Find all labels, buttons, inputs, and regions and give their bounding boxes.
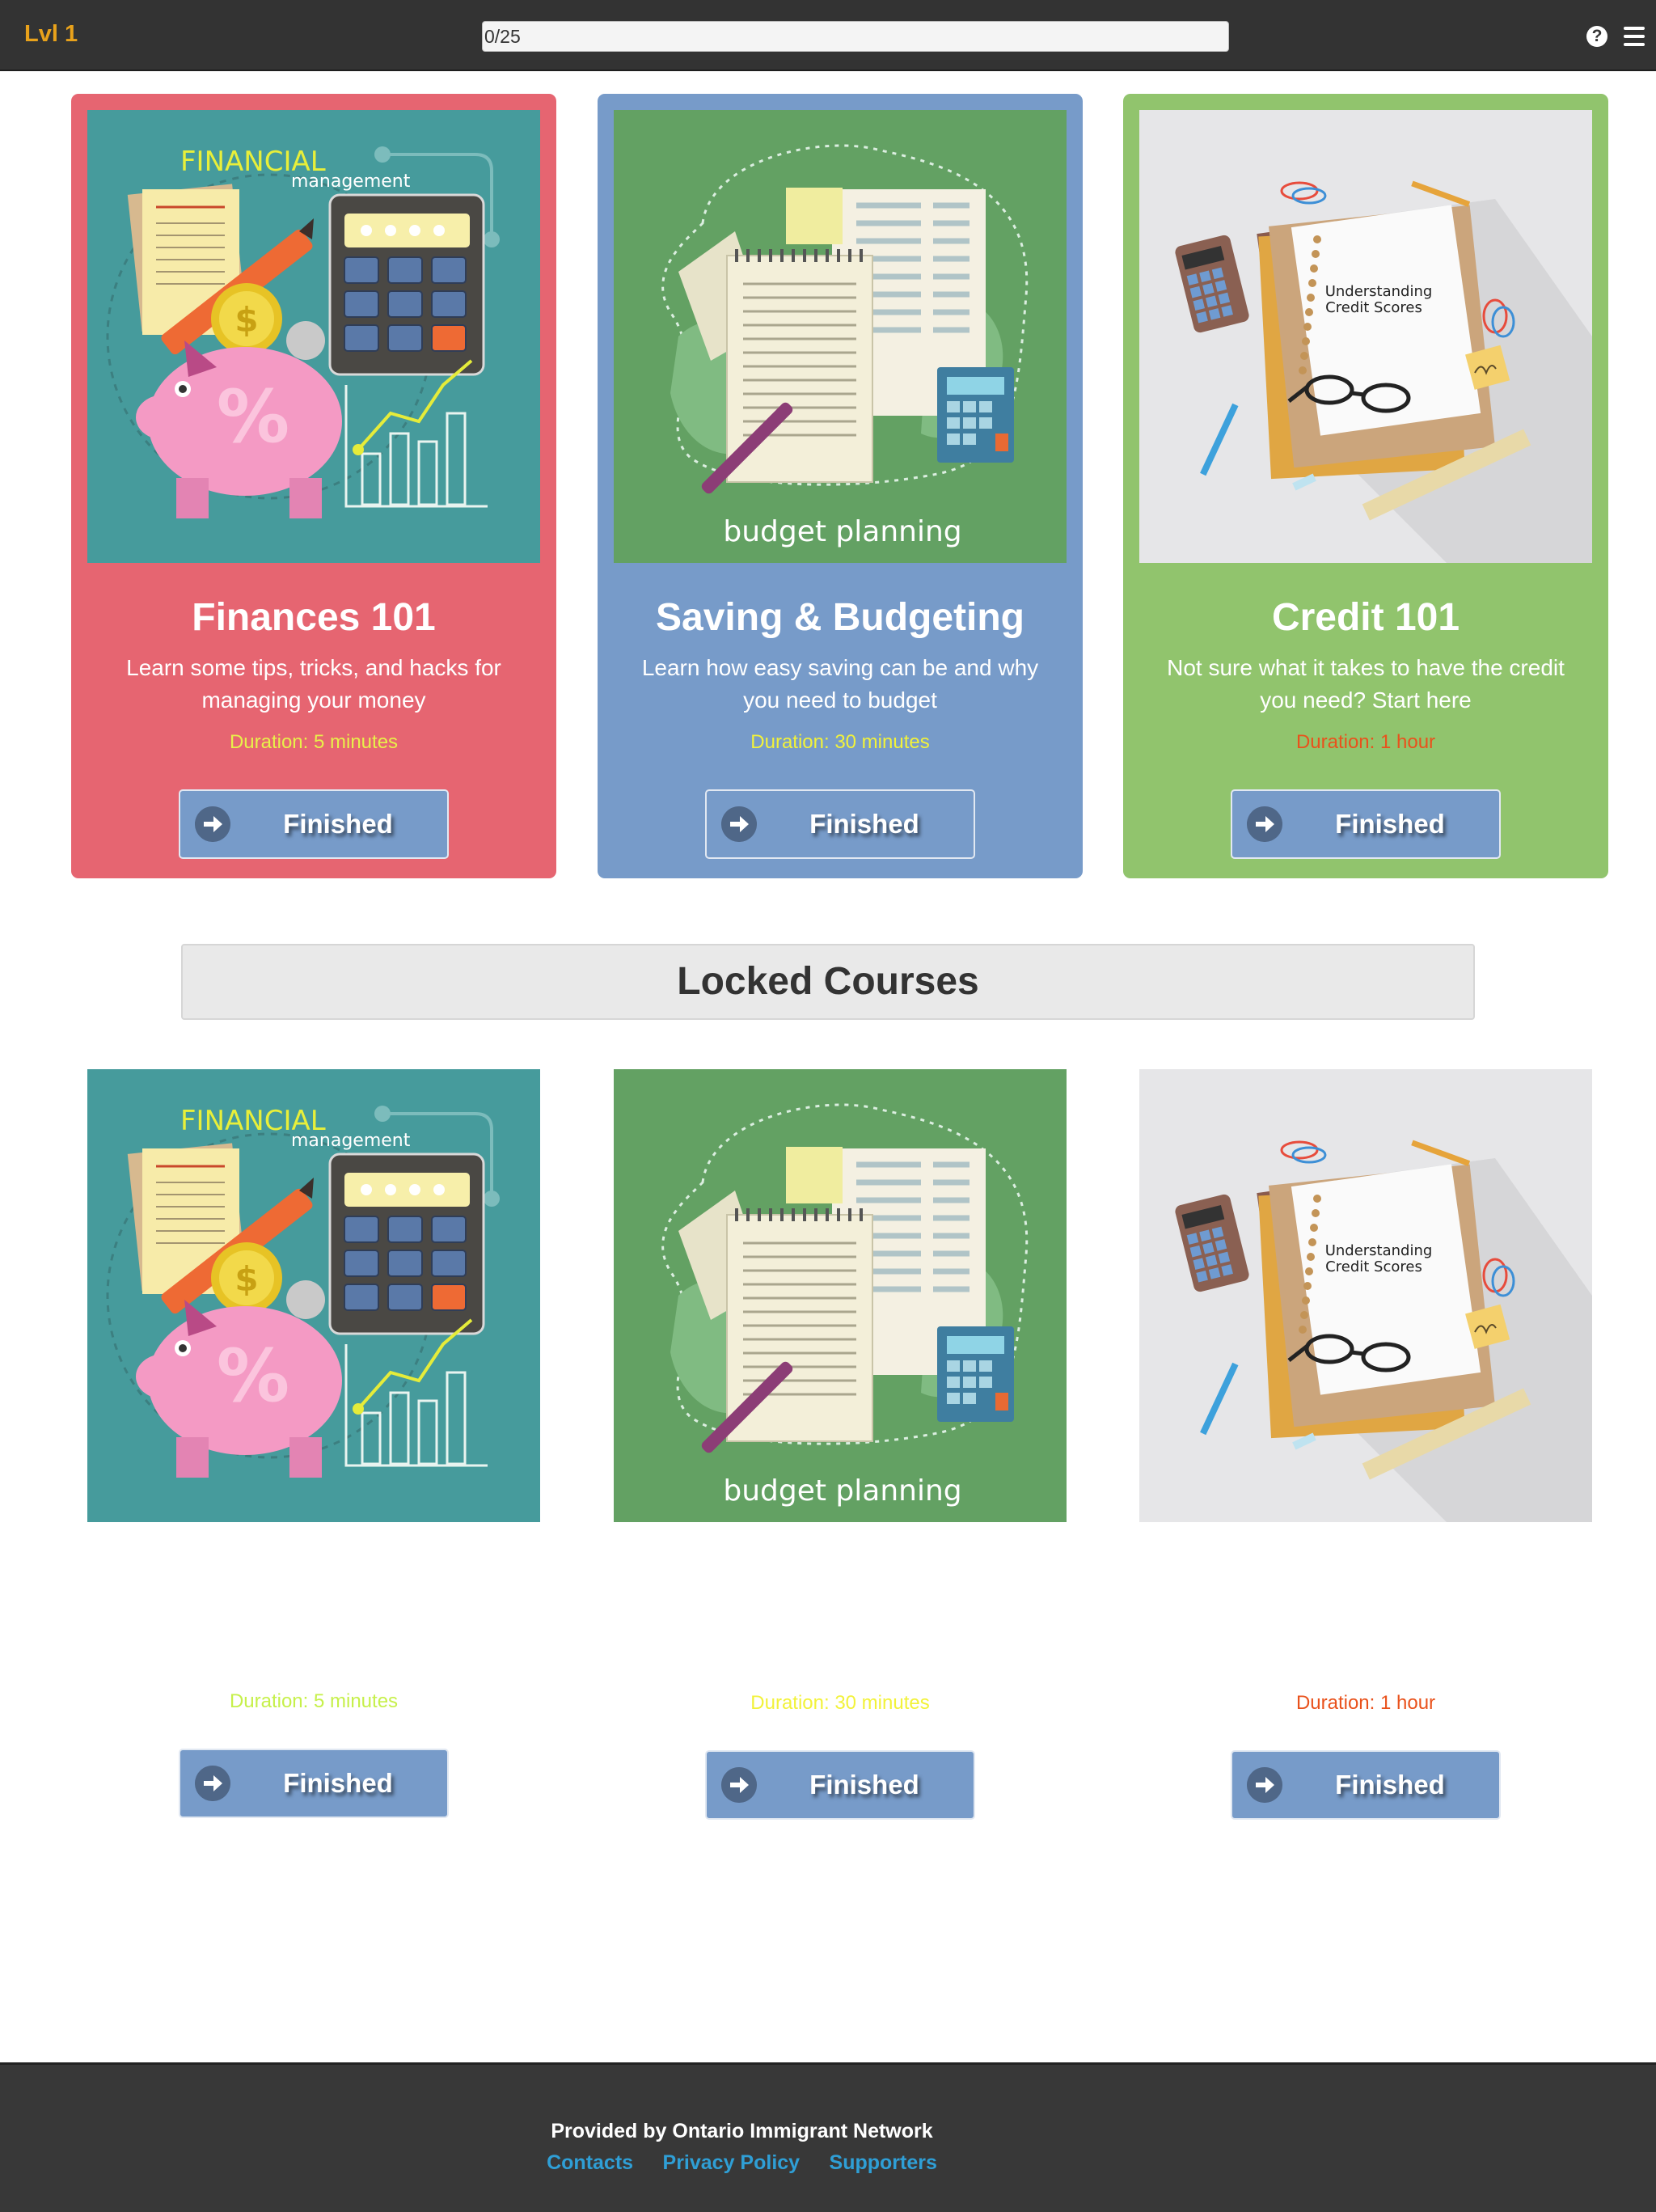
finished-button-label: Finished bbox=[809, 809, 919, 839]
finished-button-label: Finished bbox=[283, 809, 393, 839]
course-duration: Duration: 1 hour bbox=[1295, 1692, 1436, 1714]
course-duration: Duration: 30 minutes bbox=[750, 1692, 930, 1714]
footer: Provided by Ontario Immigrant Network Co… bbox=[0, 2062, 1656, 2212]
arrow-right-circle-icon bbox=[721, 1767, 757, 1803]
finished-button[interactable]: Finished bbox=[705, 789, 975, 859]
arrow-right-circle-icon bbox=[1247, 1767, 1282, 1803]
arrow-right-circle-icon bbox=[721, 806, 757, 842]
progress-text: 0/25 bbox=[484, 26, 521, 47]
question-circle-icon[interactable]: ? bbox=[1586, 26, 1607, 47]
course-card-finances-101: FINANCIAL management Finances 101 Learn … bbox=[71, 94, 556, 878]
course-duration: Duration: 1 hour bbox=[1295, 731, 1436, 753]
finished-button[interactable]: Finished bbox=[705, 1750, 975, 1820]
finished-button-label: Finished bbox=[283, 1768, 393, 1798]
top-bar: Lvl 1 0/25 ? bbox=[0, 0, 1656, 71]
course-description: Learn how easy saving can be and why you… bbox=[641, 655, 1039, 713]
course-title: Saving & Budgeting bbox=[656, 596, 1024, 639]
course-description: Not sure what it takes to have the credi… bbox=[1167, 655, 1565, 713]
locked-course-credit: Duration: 1 hour Finished bbox=[1123, 1069, 1608, 1838]
progress-bar: 0/25 bbox=[482, 21, 1229, 52]
hamburger-menu-icon[interactable] bbox=[1624, 27, 1645, 46]
footer-link-privacy-policy[interactable]: Privacy Policy bbox=[663, 2151, 801, 2174]
course-image-credit-scores bbox=[1139, 110, 1592, 563]
image-text-management: management bbox=[291, 171, 411, 192]
course-image-financial-management: FINANCIAL management bbox=[87, 110, 540, 563]
finished-button[interactable]: Finished bbox=[1231, 1750, 1501, 1820]
finished-button-label: Finished bbox=[1335, 1770, 1445, 1800]
course-duration: Duration: 30 minutes bbox=[750, 731, 930, 753]
arrow-right-circle-icon bbox=[195, 1766, 230, 1801]
course-duration: Duration: 5 minutes bbox=[229, 731, 399, 753]
finished-button[interactable]: Finished bbox=[179, 1749, 449, 1818]
arrow-right-circle-icon bbox=[1247, 806, 1282, 842]
level-label: Lvl 1 bbox=[24, 21, 78, 47]
footer-link-supporters[interactable]: Supporters bbox=[830, 2151, 937, 2174]
locked-course-budgeting: Duration: 30 minutes Finished bbox=[598, 1069, 1083, 1838]
course-card-credit-101: Credit 101 Not sure what it takes to hav… bbox=[1123, 94, 1608, 878]
finished-button[interactable]: Finished bbox=[1231, 789, 1501, 859]
footer-link-contacts[interactable]: Contacts bbox=[547, 2151, 633, 2174]
course-card-saving-budgeting: Saving & Budgeting Learn how easy saving… bbox=[598, 94, 1083, 878]
finished-button-label: Finished bbox=[809, 1770, 919, 1800]
locked-courses-heading: Locked Courses bbox=[181, 944, 1475, 1020]
course-duration: Duration: 5 minutes bbox=[229, 1690, 399, 1712]
course-description: Learn some tips, tricks, and hacks for m… bbox=[126, 655, 501, 713]
image-text-management: management bbox=[291, 1131, 411, 1151]
arrow-right-circle-icon bbox=[195, 806, 230, 842]
finished-button-label: Finished bbox=[1335, 809, 1445, 839]
course-image-financial-management: FINANCIAL management bbox=[87, 1069, 540, 1522]
footer-links: Contacts Privacy Policy Supporters bbox=[0, 2151, 1484, 2175]
course-image-credit-scores bbox=[1139, 1069, 1592, 1522]
course-image-budget-planning bbox=[614, 110, 1067, 563]
course-title: Credit 101 bbox=[1271, 596, 1460, 639]
locked-course-finances: FINANCIAL management Duration: 5 minutes… bbox=[71, 1069, 556, 1838]
course-image-budget-planning bbox=[614, 1069, 1067, 1522]
course-title: Finances 101 bbox=[192, 596, 436, 639]
provided-by-text: Provided by Ontario Immigrant Network bbox=[551, 2120, 933, 2142]
finished-button[interactable]: Finished bbox=[179, 789, 449, 859]
